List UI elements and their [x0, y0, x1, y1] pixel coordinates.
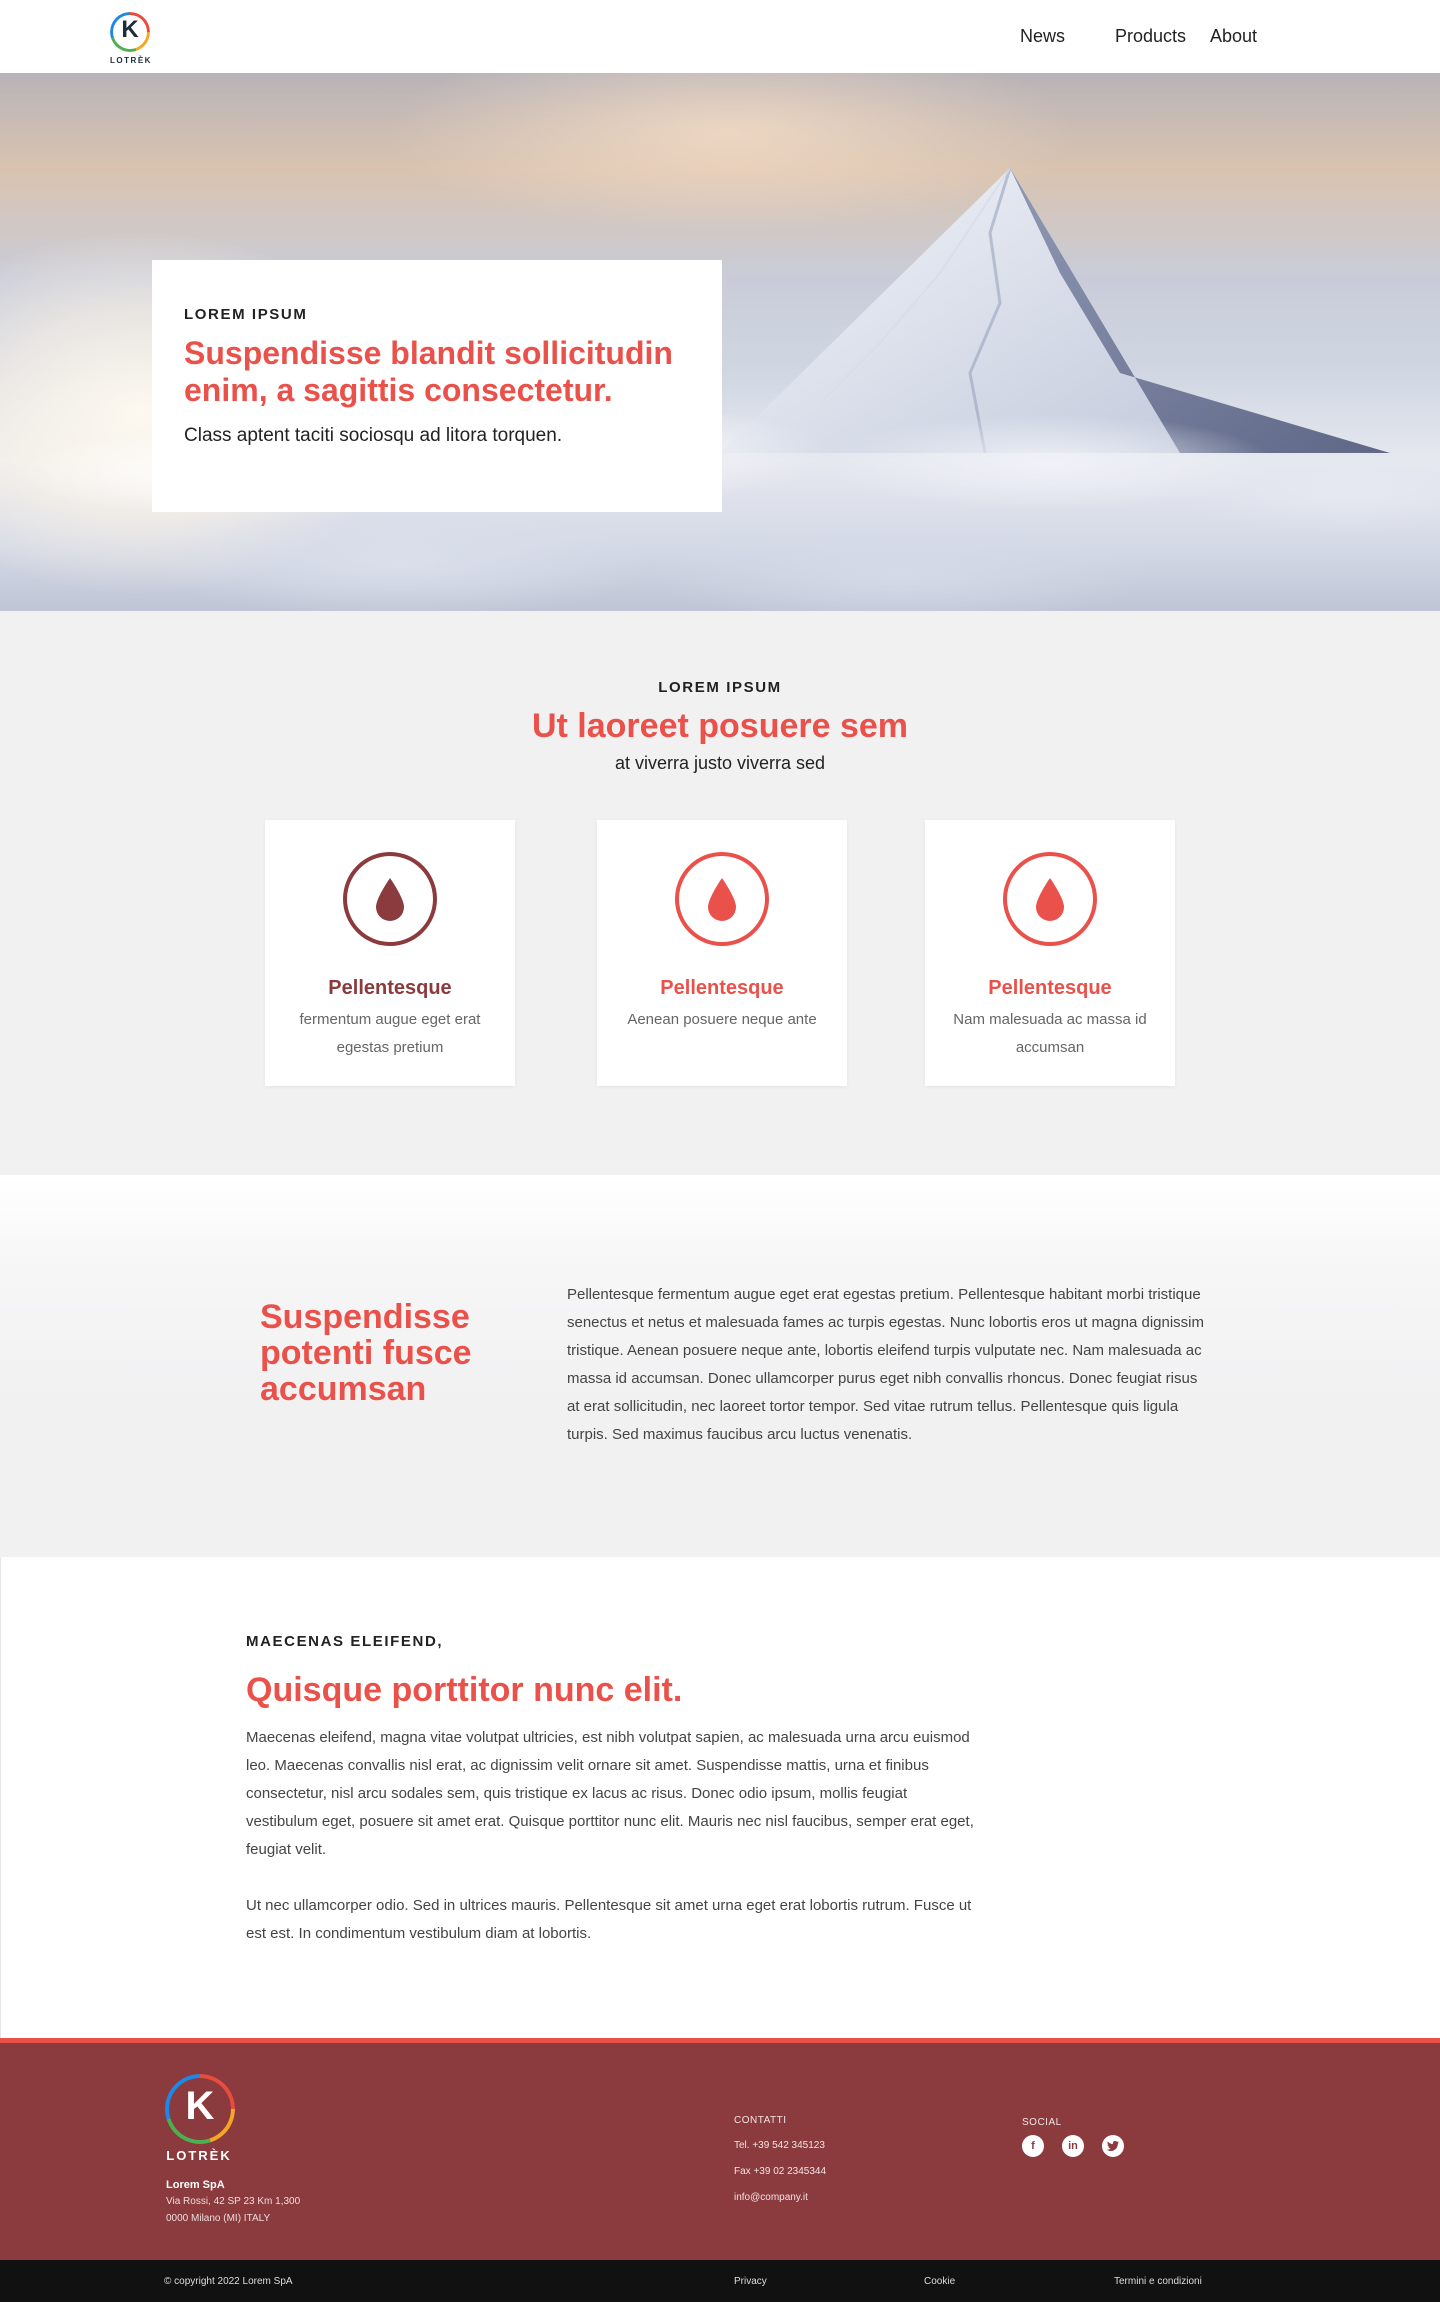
drop-icon — [343, 852, 437, 946]
feature-card-text: fermentum augue eget erat egestas pretiu… — [299, 1011, 481, 1056]
contacts-heading: CONTATTI — [734, 2115, 787, 2126]
feature-card-title: Pellentesque — [660, 977, 784, 999]
site-header: K LOTRÈK News Products About — [0, 0, 1440, 73]
footer-address-line: Via Rossi, 42 SP 23 Km 1,300 — [166, 2196, 301, 2207]
cookie-link[interactable]: Cookie — [924, 2276, 955, 2287]
footer-logo[interactable]: K LOTRÈK — [163, 2074, 237, 2163]
logo-wordmark: LOTRÈK — [110, 56, 152, 65]
hero-eyebrow: LOREM IPSUM — [184, 306, 308, 323]
contact-email[interactable]: info@company.it — [734, 2192, 808, 2203]
copyright-bar: © copyright 2022 Lorem SpA Privacy Cooki… — [0, 2260, 1440, 2302]
feature-card: Pellentesque Aenean posuere neque ante — [597, 820, 847, 1086]
logo-wordmark: LOTRÈK — [166, 2148, 232, 2163]
features-title: Ut laoreet posuere sem — [531, 707, 909, 745]
intro-text: Pellentesque fermentum augue eget erat e… — [567, 1286, 1204, 1443]
copyright-text: © copyright 2022 Lorem SpA — [164, 2276, 293, 2287]
privacy-link[interactable]: Privacy — [734, 2276, 767, 2287]
intro-section: Suspendisse potenti fusce accumsan Pelle… — [0, 1175, 1440, 1557]
features-section: LOREM IPSUM Ut laoreet posuere sem at vi… — [0, 611, 1440, 1175]
article-paragraph: Ut nec ullamcorper odio. Sed in ultrices… — [246, 1897, 972, 1942]
feature-card: Pellentesque Nam malesuada ac massa id a… — [925, 820, 1175, 1086]
features-subtitle: at viverra justo viverra sed — [614, 753, 826, 773]
nav-products[interactable]: Products — [1115, 26, 1186, 47]
drop-icon — [675, 852, 769, 946]
twitter-icon[interactable] — [1102, 2135, 1124, 2157]
drop-icon — [1003, 852, 1097, 946]
article-paragraph: Maecenas eleifend, magna vitae volutpat … — [246, 1729, 974, 1858]
terms-link[interactable]: Termini e condizioni — [1114, 2276, 1202, 2287]
feature-card: Pellentesque fermentum augue eget erat e… — [265, 820, 515, 1086]
hero-subtitle: Class aptent taciti sociosqu ad litora t… — [184, 425, 563, 446]
feature-card-title: Pellentesque — [328, 977, 452, 999]
social-heading: SOCIAL — [1022, 2117, 1062, 2128]
facebook-icon[interactable]: f — [1022, 2135, 1044, 2157]
hero-banner: LOREM IPSUM Suspendisse blandit sollicit… — [0, 73, 1440, 611]
footer-address-line: 0000 Milano (MI) ITALY — [166, 2213, 271, 2224]
hero-title: Suspendisse blandit sollicitudin enim, a… — [184, 335, 673, 408]
intro-title: Suspendisse potenti fusce accumsan — [260, 1298, 472, 1408]
article-title: Quisque porttitor nunc elit. — [246, 1671, 683, 1709]
linkedin-icon[interactable]: in — [1062, 2135, 1084, 2157]
article-section: MAECENAS ELEIFEND, Quisque porttitor nun… — [0, 1557, 1440, 2038]
site-footer: K LOTRÈK Lorem SpA Via Rossi, 42 SP 23 K… — [0, 2038, 1440, 2260]
contact-fax: Fax +39 02 2345344 — [734, 2166, 827, 2177]
article-eyebrow: MAECENAS ELEIFEND, — [246, 1633, 444, 1650]
logo-letter: K — [185, 2084, 215, 2128]
feature-card-text: Aenean posuere neque ante — [627, 1011, 817, 1028]
logo-letter: K — [121, 16, 139, 43]
feature-card-text: Nam malesuada ac massa id accumsan — [953, 1011, 1147, 1056]
lotrek-logo[interactable]: K LOTRÈK — [108, 12, 154, 70]
features-eyebrow: LOREM IPSUM — [658, 679, 782, 696]
nav-news[interactable]: News — [1020, 26, 1065, 47]
contact-phone[interactable]: Tel. +39 542 345123 — [734, 2140, 825, 2151]
nav-about[interactable]: About — [1210, 26, 1257, 47]
feature-card-title: Pellentesque — [988, 977, 1112, 999]
footer-company: Lorem SpA — [166, 2179, 225, 2191]
hero-card: LOREM IPSUM Suspendisse blandit sollicit… — [152, 260, 722, 512]
